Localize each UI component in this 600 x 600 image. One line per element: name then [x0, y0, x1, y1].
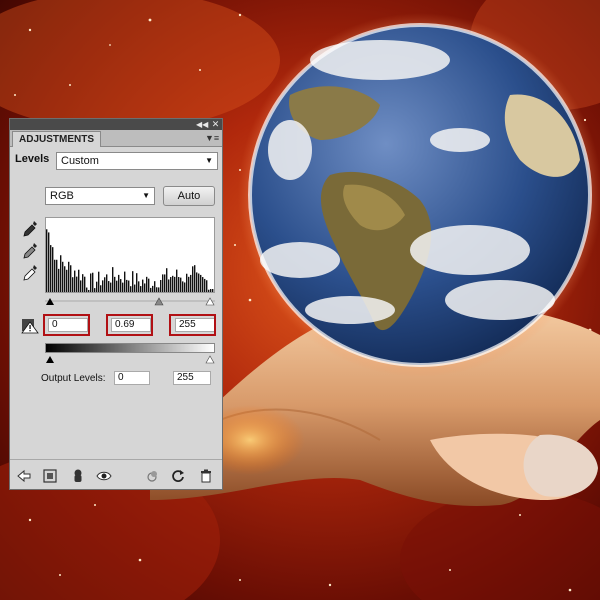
channel-dropdown[interactable]: RGB ▼	[45, 187, 155, 205]
adjustments-panel: ◀◀ ✕ ADJUSTMENTS ▼≡ Levels Custom ▼ RGB …	[9, 118, 223, 490]
output-white-handle[interactable]	[205, 355, 215, 364]
histogram	[45, 217, 215, 293]
panel-titlebar: ◀◀ ✕	[10, 119, 222, 130]
black-point-eyedropper-icon[interactable]	[21, 219, 39, 239]
chevron-down-icon: ▼	[142, 191, 150, 200]
highlight-box	[169, 314, 216, 336]
tab-adjustments[interactable]: ADJUSTMENTS	[12, 131, 102, 147]
gray-point-eyedropper-icon[interactable]	[21, 241, 39, 261]
panel-tab-row: ADJUSTMENTS ▼≡	[10, 130, 222, 147]
clip-to-layer-icon[interactable]	[70, 468, 86, 484]
adjustment-name: Levels	[15, 153, 50, 165]
trash-icon[interactable]	[198, 468, 214, 484]
channel-value: RGB	[50, 190, 74, 202]
preset-value: Custom	[61, 155, 99, 167]
input-levels-slider[interactable]	[45, 296, 215, 306]
output-black-handle[interactable]	[46, 356, 54, 363]
output-levels-label: Output Levels:	[41, 373, 106, 384]
chevron-down-icon: ▼	[205, 156, 213, 165]
back-arrow-icon[interactable]	[16, 468, 32, 484]
clipping-warning-icon[interactable]	[21, 316, 39, 334]
white-point-eyedropper-icon[interactable]	[21, 263, 39, 283]
output-white-field[interactable]: 255	[173, 371, 211, 385]
double-chevron-icon[interactable]: ◀◀	[196, 119, 208, 130]
panel-bottom-toolbar	[10, 459, 222, 489]
reset-icon[interactable]	[170, 468, 186, 484]
panel-menu-icon[interactable]: ▼≡	[205, 131, 219, 145]
auto-button[interactable]: Auto	[163, 186, 215, 206]
preset-dropdown[interactable]: Custom ▼	[56, 152, 218, 170]
previous-state-icon[interactable]	[144, 468, 160, 484]
output-levels-slider[interactable]	[45, 354, 215, 364]
expand-view-icon[interactable]	[42, 468, 58, 484]
visibility-eye-icon[interactable]	[96, 468, 112, 484]
output-black-field[interactable]: 0	[114, 371, 150, 385]
close-icon[interactable]: ✕	[210, 119, 221, 130]
highlight-box	[106, 314, 153, 336]
output-gradient	[45, 343, 215, 353]
highlight-box	[43, 314, 90, 336]
